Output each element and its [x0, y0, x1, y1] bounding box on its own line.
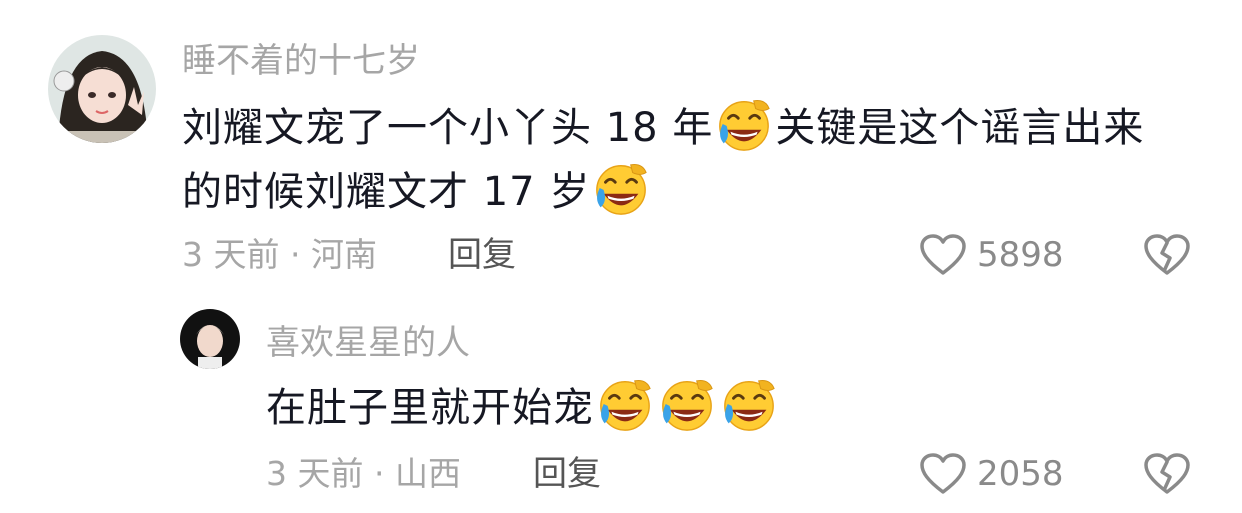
avatar[interactable] — [180, 309, 240, 369]
laughing-crying-emoji-icon — [596, 375, 654, 433]
comment-username[interactable]: 睡不着的十七岁 — [182, 41, 420, 81]
comment-time: 3 天前 — [266, 454, 364, 493]
like-count: 5898 — [977, 235, 1064, 275]
comment-meta: 3 天前 · 山西 — [266, 454, 461, 493]
reply-button[interactable]: 回复 — [533, 454, 601, 494]
dislike-button[interactable] — [1143, 233, 1191, 281]
broken-heart-icon — [1143, 233, 1191, 277]
like-button[interactable]: 5898 — [919, 233, 1064, 277]
laughing-crying-emoji-icon — [715, 95, 773, 153]
comment-username[interactable]: 喜欢星星的人 — [266, 323, 470, 363]
broken-heart-icon — [1143, 452, 1191, 496]
laughing-crying-emoji-icon — [720, 375, 778, 433]
comment-time: 3 天前 — [182, 235, 280, 274]
comment-text: 在肚子里就开始宠 — [266, 375, 1166, 439]
comment-text-part: 在肚子里就开始宠 — [266, 385, 594, 431]
avatar[interactable] — [48, 35, 156, 143]
heart-icon — [919, 452, 967, 496]
comment-text: 刘耀文宠了一个小丫头 18 年关键是这个谣言出来的时候刘耀文才 17 岁 — [182, 95, 1182, 223]
comment-meta: 3 天前 · 河南 — [182, 235, 377, 274]
like-count: 2058 — [977, 454, 1064, 494]
comment-location: 山西 — [394, 454, 461, 493]
laughing-crying-emoji-icon — [658, 375, 716, 433]
comment-text-part: 刘耀文宠了一个小丫头 18 年 — [182, 105, 714, 151]
comment-location: 河南 — [310, 235, 377, 274]
heart-icon — [919, 233, 967, 277]
laughing-crying-emoji-icon — [592, 159, 650, 217]
reply-button[interactable]: 回复 — [448, 235, 516, 275]
dislike-button[interactable] — [1143, 452, 1191, 500]
like-button[interactable]: 2058 — [919, 452, 1064, 496]
